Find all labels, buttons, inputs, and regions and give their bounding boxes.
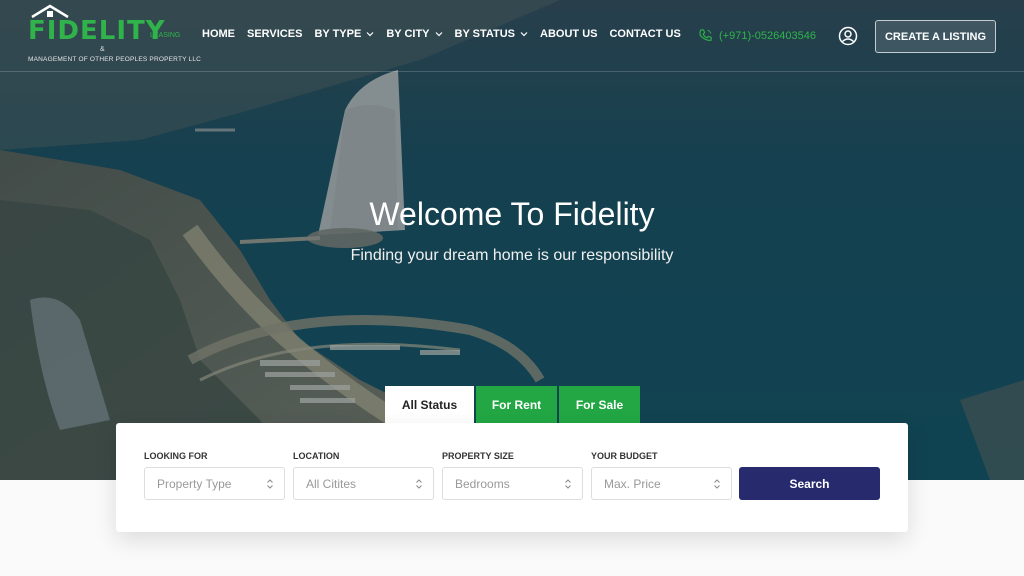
property-type-value: Property Type	[157, 476, 232, 491]
create-listing-button[interactable]: CREATE A LISTING	[875, 20, 996, 53]
nav-about-us[interactable]: ABOUT US	[540, 28, 597, 40]
budget-label: YOUR BUDGET	[591, 451, 658, 461]
bedrooms-value: Bedrooms	[455, 476, 510, 491]
tab-all-status[interactable]: All Status	[385, 386, 474, 423]
max-price-value: Max. Price	[604, 476, 661, 491]
tab-for-sale[interactable]: For Sale	[559, 386, 640, 423]
select-arrows-icon	[714, 479, 720, 489]
max-price-select[interactable]: Max. Price	[591, 467, 732, 500]
nav-by-type-label: BY TYPE	[314, 28, 362, 40]
nav-by-status-label: BY STATUS	[454, 28, 516, 40]
looking-for-label: LOOKING FOR	[144, 451, 208, 461]
chevron-down-icon	[520, 32, 528, 37]
looking-for-field: LOOKING FOR Property Type	[144, 451, 285, 500]
nav-by-type[interactable]: BY TYPE	[314, 28, 374, 40]
nav-about-us-label: ABOUT US	[540, 28, 598, 40]
status-tabs: All Status For Rent For Sale	[385, 386, 642, 423]
phone-number: (+971)-0526403546	[719, 29, 816, 42]
search-panel: LOOKING FOR Property Type LOCATION All C…	[116, 423, 908, 532]
property-size-field: PROPERTY SIZE Bedrooms	[442, 451, 583, 500]
nav-by-city-label: BY CITY	[386, 28, 430, 40]
select-arrows-icon	[416, 479, 422, 489]
property-size-label: PROPERTY SIZE	[442, 451, 514, 461]
logo-tagline: LEASING	[150, 32, 181, 39]
nav-by-city[interactable]: BY CITY	[386, 28, 442, 40]
logo-wordmark: FIDELITY	[28, 16, 166, 46]
location-field: LOCATION All Citites	[293, 451, 434, 500]
chevron-down-icon	[435, 32, 442, 37]
search-button[interactable]: Search	[739, 467, 880, 500]
property-type-select[interactable]: Property Type	[144, 467, 285, 500]
location-value: All Citites	[306, 476, 357, 491]
nav-home[interactable]: HOME	[202, 28, 235, 40]
location-select[interactable]: All Citites	[293, 467, 434, 500]
bedrooms-select[interactable]: Bedrooms	[442, 467, 583, 500]
nav-services[interactable]: SERVICES	[247, 28, 302, 40]
user-circle-icon[interactable]	[838, 26, 858, 46]
main-nav: HOME SERVICES BY TYPE BY CITY BY STATUS …	[202, 28, 693, 40]
logo-ampersand: &	[100, 46, 105, 53]
budget-field: YOUR BUDGET Max. Price	[591, 451, 732, 500]
hero-subtitle: Finding your dream home is our responsib…	[350, 247, 674, 264]
tab-for-rent[interactable]: For Rent	[476, 386, 557, 423]
select-arrows-icon	[565, 479, 571, 489]
chevron-down-icon	[366, 32, 374, 37]
nav-services-label: SERVICES	[247, 28, 303, 40]
location-label: LOCATION	[293, 451, 340, 461]
phone-icon	[699, 29, 712, 41]
nav-contact-us-label: CONTACT US	[609, 28, 681, 40]
select-arrows-icon	[267, 479, 273, 489]
phone-link[interactable]: (+971)-0526403546	[698, 28, 816, 43]
site-header: FIDELITY LEASING & MANAGEMENT OF OTHER P…	[0, 0, 1024, 72]
brand-logo[interactable]: FIDELITY LEASING & MANAGEMENT OF OTHER P…	[28, 4, 201, 66]
nav-by-status[interactable]: BY STATUS	[455, 28, 529, 40]
nav-contact-us[interactable]: CONTACT US	[609, 28, 680, 40]
logo-subtitle: MANAGEMENT OF OTHER PEOPLES PROPERTY LLC	[28, 56, 202, 63]
hero-title: Welcome To Fidelity	[369, 196, 655, 232]
nav-home-label: HOME	[202, 28, 235, 40]
